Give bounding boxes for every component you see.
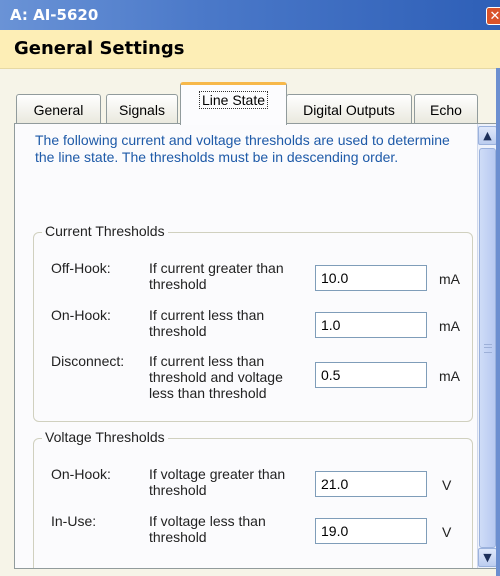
- voltage-thresholds-group: Voltage Thresholds On-Hook: If voltage g…: [33, 429, 473, 568]
- tab-line-state-label: Line State: [198, 91, 269, 109]
- tab-strip: General Signals Line State Digital Outpu…: [0, 82, 500, 125]
- on-hook-voltage-input[interactable]: 21.0: [315, 471, 427, 497]
- vertical-scrollbar[interactable]: ▲ ▼: [477, 124, 497, 568]
- current-thresholds-title: Current Thresholds: [42, 223, 168, 239]
- off-hook-description: If current greater than threshold: [149, 260, 284, 292]
- disconnect-current-input[interactable]: 0.5: [315, 362, 427, 388]
- off-hook-unit: mA: [439, 271, 460, 287]
- disconnect-unit: mA: [439, 368, 460, 384]
- tab-general[interactable]: General: [16, 94, 101, 124]
- on-hook-current-description: If current less than threshold: [149, 307, 265, 339]
- tab-line-state[interactable]: Line State: [180, 82, 287, 125]
- page-title: General Settings: [14, 38, 185, 59]
- title-bar: A: AI-5620 ✕: [0, 0, 500, 30]
- disconnect-label: Disconnect:: [51, 353, 125, 369]
- current-thresholds-group: Current Thresholds Off-Hook: If current …: [33, 223, 473, 422]
- in-use-description: If voltage less than threshold: [149, 513, 266, 545]
- intro-text: The following current and voltage thresh…: [35, 132, 450, 165]
- on-hook-current-unit: mA: [439, 318, 460, 334]
- on-hook-voltage-label: On-Hook:: [51, 466, 111, 482]
- voltage-thresholds-title: Voltage Thresholds: [42, 429, 168, 445]
- grip-icon: [484, 344, 492, 353]
- scroll-up-icon[interactable]: ▲: [478, 126, 497, 145]
- line-state-panel: The following current and voltage thresh…: [14, 123, 498, 569]
- in-use-voltage-unit: V: [442, 524, 452, 540]
- tab-echo[interactable]: Echo: [414, 94, 478, 124]
- disconnect-description: If current less than threshold and volta…: [149, 353, 283, 401]
- scroll-down-icon[interactable]: ▼: [478, 548, 497, 567]
- scrollbar-thumb[interactable]: [479, 148, 496, 548]
- close-icon[interactable]: ✕: [486, 7, 500, 25]
- tab-digital-outputs[interactable]: Digital Outputs: [286, 94, 412, 124]
- window-border: [496, 68, 500, 576]
- off-hook-label: Off-Hook:: [51, 260, 111, 276]
- on-hook-current-input[interactable]: 1.0: [315, 312, 427, 338]
- settings-header: General Settings: [0, 30, 500, 69]
- window-title: A: AI-5620: [10, 6, 99, 24]
- on-hook-voltage-description: If voltage greater than threshold: [149, 466, 286, 498]
- on-hook-current-label: On-Hook:: [51, 307, 111, 323]
- off-hook-current-input[interactable]: 10.0: [315, 265, 427, 291]
- in-use-label: In-Use:: [51, 513, 97, 529]
- in-use-voltage-input[interactable]: 19.0: [315, 518, 427, 544]
- tab-signals[interactable]: Signals: [106, 94, 178, 124]
- on-hook-voltage-unit: V: [442, 477, 452, 493]
